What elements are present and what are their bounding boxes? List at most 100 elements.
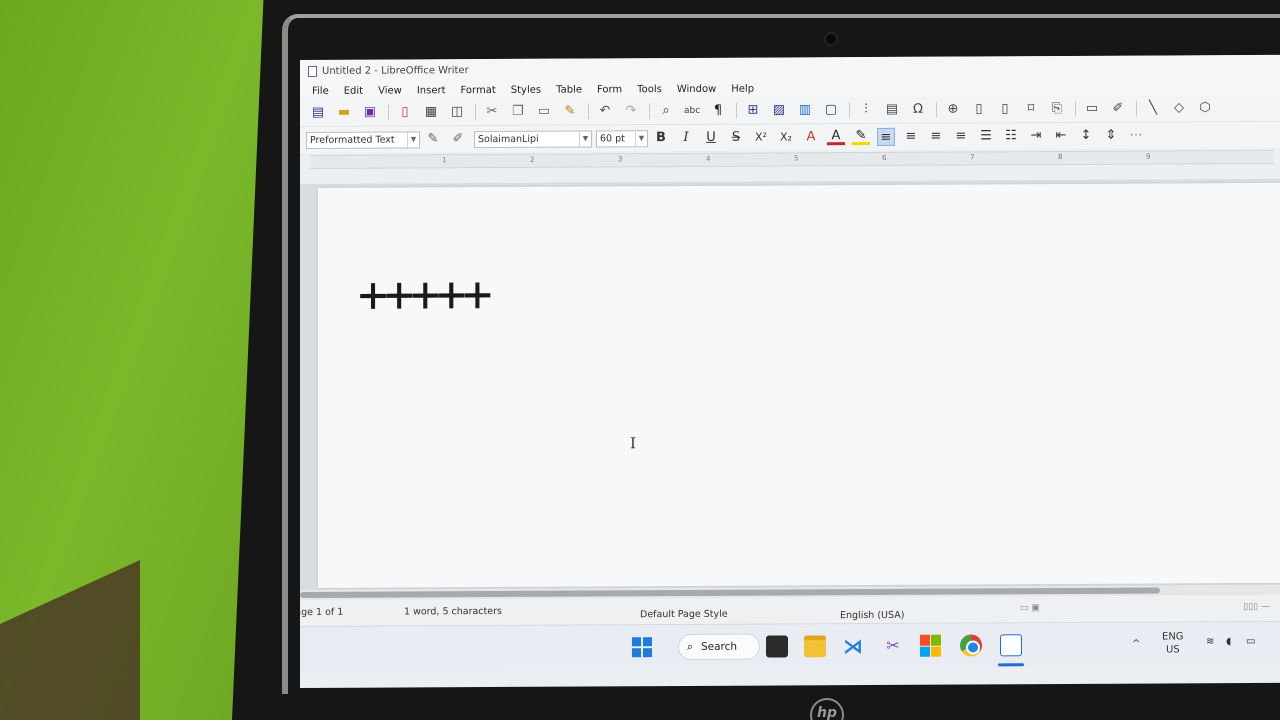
word-count[interactable]: 1 word, 5 characters xyxy=(404,606,502,618)
formatting-marks-icon[interactable]: ¶ xyxy=(710,103,726,119)
insert-textbox-icon[interactable]: ▢ xyxy=(823,102,839,118)
font-size-box[interactable]: 60 pt ▼ xyxy=(596,129,648,147)
align-center-button[interactable]: ≡ xyxy=(902,128,920,146)
font-color-icon[interactable]: A xyxy=(827,128,845,146)
update-style-icon[interactable]: ✎ xyxy=(424,130,442,148)
active-app-indicator xyxy=(998,663,1024,667)
battery-icon[interactable]: ▭ xyxy=(1246,636,1255,647)
toolbar-separator xyxy=(475,104,476,121)
cross-reference-icon[interactable]: ⎘ xyxy=(1049,101,1065,117)
increase-indent-button[interactable]: ⇥ xyxy=(1027,127,1045,145)
subscript-button[interactable]: X₂ xyxy=(777,128,795,146)
paste-icon[interactable]: ▭ xyxy=(536,104,552,120)
microsoft-store-icon[interactable] xyxy=(920,634,942,657)
more-options-icon[interactable]: ⋯ xyxy=(1127,127,1145,145)
undo-icon[interactable]: ↶ xyxy=(597,103,613,119)
windows-taskbar: ⌕ Search ⋊ ✂ ^ ENG US ≋ ◖ ▭ xyxy=(300,620,1280,672)
language-bottom: US xyxy=(1165,644,1180,656)
redo-icon[interactable]: ↷ xyxy=(623,103,639,119)
justify-button[interactable]: ≡ xyxy=(952,127,970,145)
menu-insert[interactable]: Insert xyxy=(417,85,446,96)
language-status[interactable]: English (USA) xyxy=(840,610,904,621)
insert-chart-icon[interactable]: ▥ xyxy=(797,102,813,118)
menu-edit[interactable]: Edit xyxy=(344,85,363,96)
view-layout-icons[interactable]: ▯▯▯ — xyxy=(1243,602,1270,612)
volume-icon[interactable]: ◖ xyxy=(1226,636,1231,647)
font-name-box[interactable]: SolaimanLipi ▼ xyxy=(474,129,592,148)
open-folder-icon[interactable]: ▬ xyxy=(336,105,352,121)
chevron-down-icon[interactable]: ▼ xyxy=(579,130,591,147)
tray-chevron-icon[interactable]: ^ xyxy=(1132,639,1140,650)
find-replace-icon[interactable]: ⌕ xyxy=(658,103,674,119)
strikethrough-button[interactable]: S xyxy=(727,129,745,147)
input-language-indicator[interactable]: ENG US xyxy=(1162,630,1184,656)
italic-button[interactable]: I xyxy=(677,129,695,147)
cut-icon[interactable]: ✂ xyxy=(484,104,500,120)
export-pdf-icon[interactable]: ▯ xyxy=(397,104,413,120)
align-right-button[interactable]: ≡ xyxy=(927,128,945,146)
decrease-indent-button[interactable]: ⇤ xyxy=(1052,127,1070,145)
new-document-icon[interactable]: ▤ xyxy=(310,105,326,121)
bold-button[interactable]: B xyxy=(652,129,670,147)
document-page[interactable]: +++++ I xyxy=(318,182,1280,588)
page-break-icon[interactable]: ⫶ xyxy=(858,102,874,118)
spelling-icon[interactable]: abc xyxy=(684,103,700,119)
hyperlink-icon[interactable]: ⊕ xyxy=(945,102,961,118)
insert-image-icon[interactable]: ▨ xyxy=(771,102,787,118)
document-text[interactable]: +++++ xyxy=(358,265,489,324)
clear-formatting-icon[interactable]: A xyxy=(802,128,820,146)
menu-table[interactable]: Table xyxy=(556,84,582,95)
insert-field-icon[interactable]: ▤ xyxy=(884,102,900,118)
libreoffice-writer-icon[interactable] xyxy=(1000,634,1022,657)
file-explorer-icon[interactable] xyxy=(804,635,826,658)
webcam xyxy=(826,34,836,44)
comment-icon[interactable]: ▭ xyxy=(1084,101,1100,117)
draw-functions-icon[interactable]: ⬡ xyxy=(1197,100,1213,116)
paragraph-spacing-button[interactable]: ⇕ xyxy=(1102,127,1120,145)
underline-button[interactable]: U xyxy=(702,129,720,147)
bookmark-icon[interactable]: ⌑ xyxy=(1023,101,1039,117)
menu-styles[interactable]: Styles xyxy=(511,84,541,95)
menu-view[interactable]: View xyxy=(378,85,402,96)
superscript-button[interactable]: X² xyxy=(752,129,770,147)
new-style-icon[interactable]: ✐ xyxy=(449,130,467,148)
taskbar-search-button[interactable]: ⌕ Search xyxy=(678,633,760,661)
horizontal-ruler[interactable]: 1 2 3 4 5 6 7 8 9 xyxy=(310,149,1274,169)
save-icon[interactable]: ▣ xyxy=(362,105,378,121)
snipping-tool-icon[interactable]: ✂ xyxy=(882,635,904,657)
menu-form[interactable]: Form xyxy=(597,84,622,95)
copy-icon[interactable]: ❐ xyxy=(510,104,526,120)
menu-tools[interactable]: Tools xyxy=(637,84,662,95)
vscode-icon[interactable]: ⋊ xyxy=(842,634,864,658)
page-count[interactable]: Page 1 of 1 xyxy=(300,607,343,618)
chevron-down-icon[interactable]: ▼ xyxy=(635,130,647,146)
special-character-icon[interactable]: Ω xyxy=(910,102,926,118)
line-spacing-button[interactable]: ↕ xyxy=(1077,127,1095,145)
print-preview-icon[interactable]: ◫ xyxy=(449,104,465,120)
track-changes-icon[interactable]: ✐ xyxy=(1110,101,1126,117)
insert-line-icon[interactable]: ╲ xyxy=(1145,100,1161,116)
insert-table-icon[interactable]: ⊞ xyxy=(745,103,761,119)
language-top: ENG xyxy=(1162,631,1184,643)
wifi-icon[interactable]: ≋ xyxy=(1206,636,1214,647)
menu-file[interactable]: File xyxy=(312,85,329,96)
menu-format[interactable]: Format xyxy=(461,84,496,95)
footnote-icon[interactable]: ▯ xyxy=(971,101,987,117)
highlight-color-icon[interactable]: ✎ xyxy=(852,128,870,146)
terminal-icon[interactable] xyxy=(766,635,788,658)
chevron-down-icon[interactable]: ▼ xyxy=(407,131,419,147)
print-icon[interactable]: ▦ xyxy=(423,104,439,120)
windows-start-icon[interactable] xyxy=(632,637,652,658)
ruler-number: 5 xyxy=(794,154,799,163)
chrome-icon[interactable] xyxy=(960,634,982,657)
endnote-icon[interactable]: ▯ xyxy=(997,101,1013,117)
ordered-list-button[interactable]: ☷ xyxy=(1002,127,1020,145)
page-style[interactable]: Default Page Style xyxy=(640,609,728,620)
basic-shapes-icon[interactable]: ◇ xyxy=(1171,100,1187,116)
paragraph-style-box[interactable]: Preformatted Text ▼ xyxy=(306,130,420,149)
menu-window[interactable]: Window xyxy=(677,83,716,94)
menu-help[interactable]: Help xyxy=(731,83,754,94)
unordered-list-button[interactable]: ☰ xyxy=(977,127,995,145)
clone-formatting-icon[interactable]: ✎ xyxy=(562,104,578,120)
align-left-button[interactable]: ≡ xyxy=(877,127,895,146)
